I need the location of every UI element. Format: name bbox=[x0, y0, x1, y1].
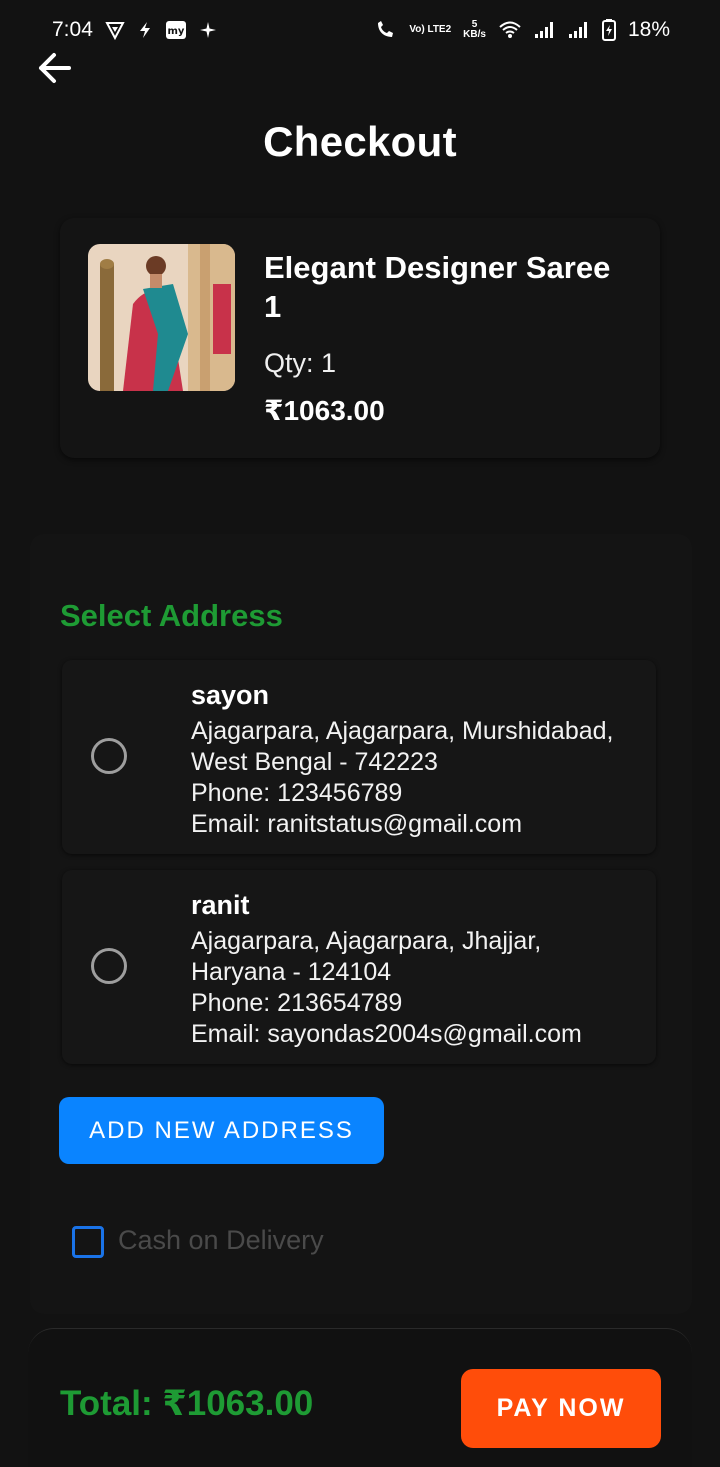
cash-on-delivery-checkbox[interactable] bbox=[72, 1226, 104, 1258]
address-line-1: Ajagarpara, Ajagarpara, Jhajjar, bbox=[191, 927, 542, 955]
network-speed-unit: KB/s bbox=[463, 29, 486, 40]
total-amount: Total: ₹1063.00 bbox=[60, 1384, 314, 1423]
vpn-shield-icon bbox=[105, 20, 125, 40]
status-bar-left: 7:04 my bbox=[52, 18, 217, 42]
product-image bbox=[88, 244, 235, 391]
address-card-ranit[interactable]: ranit Ajagarpara, Ajagarpara, Jhajjar, H… bbox=[62, 870, 656, 1064]
page-title: Checkout bbox=[263, 118, 457, 165]
product-price: ₹1063.00 bbox=[264, 395, 385, 426]
address-radio-sayon[interactable] bbox=[91, 738, 127, 774]
address-card-sayon[interactable]: sayon Ajagarpara, Ajagarpara, Murshidaba… bbox=[62, 660, 656, 854]
address-line-1: Ajagarpara, Ajagarpara, Murshidabad, bbox=[191, 717, 614, 745]
back-button[interactable] bbox=[34, 48, 74, 88]
address-line-2: Haryana - 124104 bbox=[191, 958, 392, 986]
lte-indicator: Vo) LTE2 bbox=[409, 24, 452, 35]
address-phone: Phone: 123456789 bbox=[191, 779, 403, 807]
wifi-calling-icon bbox=[375, 20, 397, 40]
wifi-icon bbox=[498, 20, 522, 40]
address-name: sayon bbox=[191, 680, 270, 710]
address-phone: Phone: 213654789 bbox=[191, 989, 403, 1017]
address-line-2: West Bengal - 742223 bbox=[191, 748, 438, 776]
network-speed: 5 KB/s bbox=[463, 20, 486, 40]
address-name: ranit bbox=[191, 890, 250, 920]
address-email: Email: ranitstatus@gmail.com bbox=[191, 810, 523, 838]
add-new-address-button[interactable]: ADD NEW ADDRESS bbox=[59, 1097, 384, 1164]
status-time: 7:04 bbox=[52, 18, 93, 41]
status-bar: 7:04 my Vo) LTE2 5 KB/s 18% bbox=[0, 0, 720, 60]
checkout-screen: 7:04 my Vo) LTE2 5 KB/s 18% Checkout Ele… bbox=[0, 0, 720, 1467]
battery-percent: 18% bbox=[627, 18, 670, 41]
signal-icon-2 bbox=[568, 21, 590, 39]
sparkle-icon bbox=[199, 21, 217, 39]
myntra-app-icon: my bbox=[165, 20, 187, 40]
status-bar-right: Vo) LTE2 5 KB/s 18% bbox=[375, 18, 670, 42]
signal-icon-1 bbox=[534, 21, 556, 39]
address-email: Email: sayondas2004s@gmail.com bbox=[191, 1020, 582, 1048]
cash-on-delivery-label[interactable]: Cash on Delivery bbox=[118, 1225, 324, 1256]
product-qty: Qty: 1 bbox=[264, 348, 337, 378]
select-address-heading: Select Address bbox=[60, 598, 283, 633]
pay-now-button[interactable]: PAY NOW bbox=[461, 1369, 661, 1448]
product-name: Elegant Designer Saree 1 bbox=[264, 250, 611, 324]
address-radio-ranit[interactable] bbox=[91, 948, 127, 984]
arrow-left-icon bbox=[39, 53, 71, 83]
battery-charging-icon bbox=[601, 19, 616, 41]
flash-app-icon bbox=[137, 21, 153, 39]
product-card[interactable]: Elegant Designer Saree 1 Qty: 1 ₹1063.00 bbox=[60, 218, 660, 458]
svg-text:my: my bbox=[167, 26, 184, 37]
